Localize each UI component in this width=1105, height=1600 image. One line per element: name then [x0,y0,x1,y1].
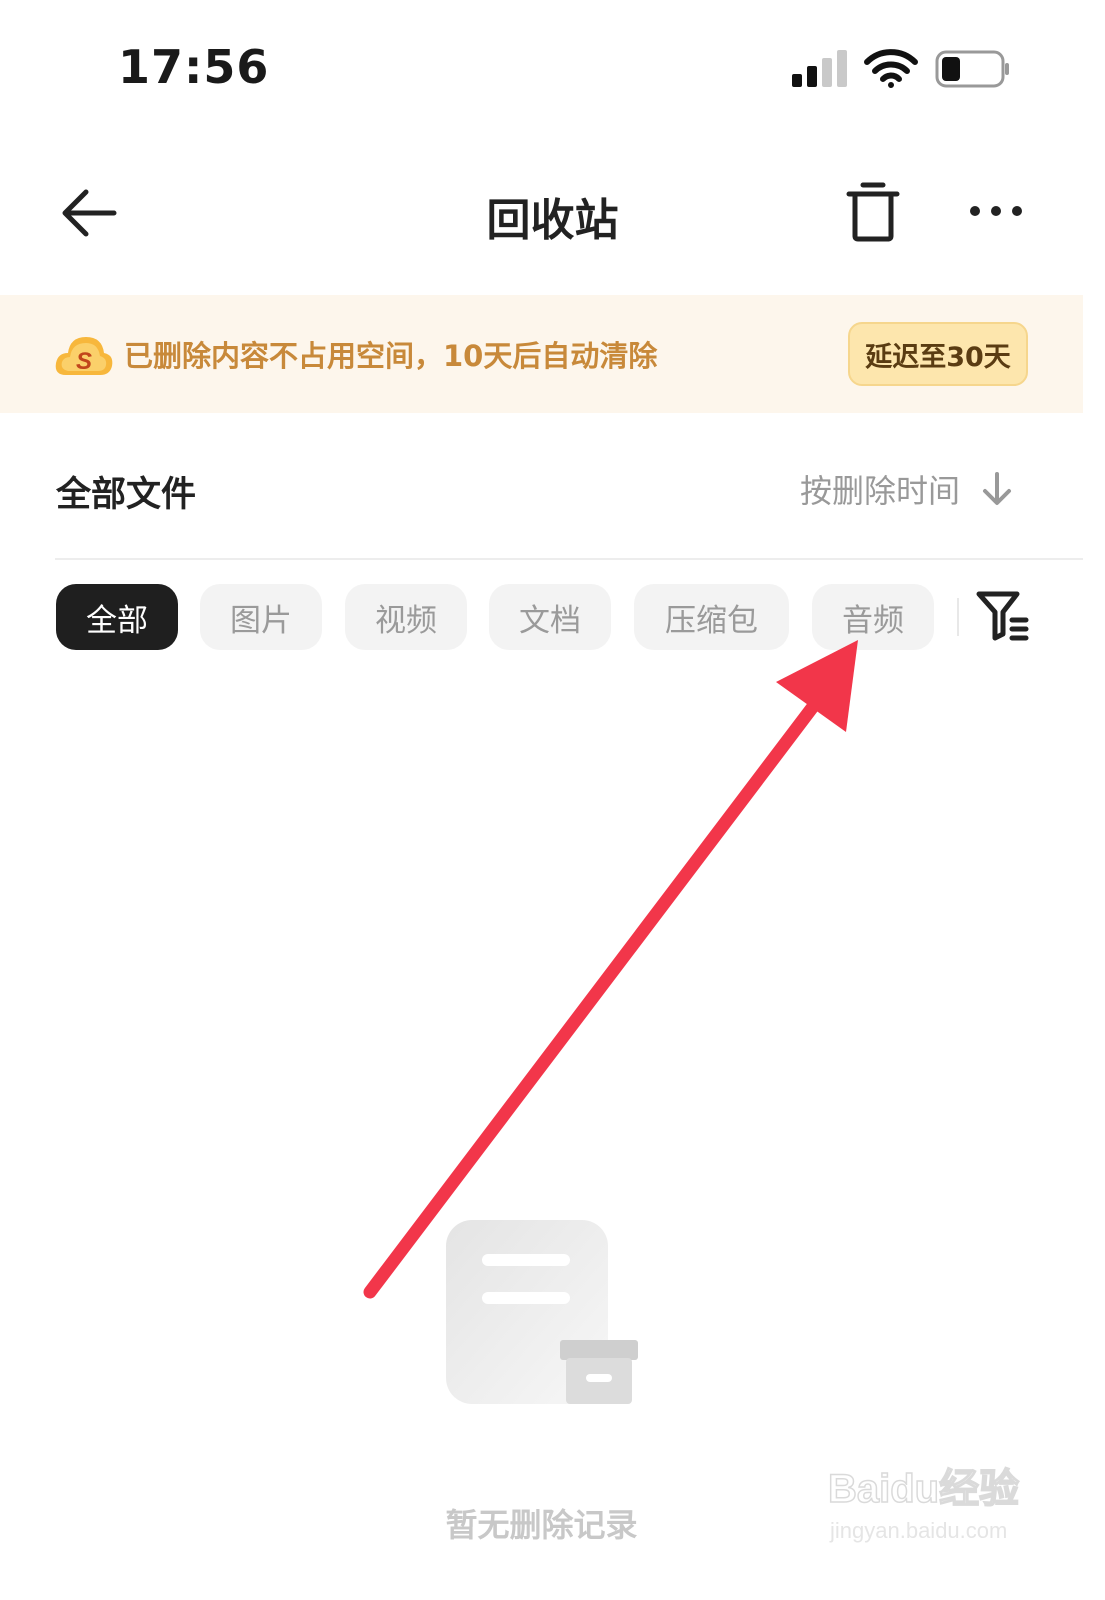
auto-clear-banner: S 已删除内容不占用空间，10天后自动清除 延迟至30天 [0,295,1083,413]
chip-images[interactable]: 图片 [200,584,322,650]
empty-document-box-icon [446,1220,638,1404]
status-time: 17:56 [118,40,270,94]
more-horizontal-icon[interactable] [966,196,1026,226]
nav-bar: 回收站 [0,160,1105,270]
svg-text:S: S [76,348,92,375]
chip-audio[interactable]: 音频 [812,584,934,650]
section-title: 全部文件 [56,475,197,515]
extend-to-30-days-button[interactable]: 延迟至30天 [848,322,1028,386]
sort-by-delete-time[interactable]: 按删除时间 [800,466,1014,512]
wifi-icon [864,49,918,88]
chip-documents[interactable]: 文档 [489,584,611,650]
chip-archives[interactable]: 压缩包 [634,584,789,650]
banner-text: 已删除内容不占用空间，10天后自动清除 [124,339,658,373]
page-title: 回收站 [486,195,619,246]
arrow-down-icon [983,472,1012,505]
cellular-signal-icon [792,50,847,87]
cloud-s-logo-icon: S [55,337,113,375]
chip-videos[interactable]: 视频 [345,584,467,650]
sort-label: 按删除时间 [800,472,961,510]
chip-all[interactable]: 全部 [56,584,178,650]
filter-list-icon[interactable] [976,590,1030,642]
battery-icon [935,50,1009,88]
trash-icon[interactable] [846,180,900,242]
baidu-jingyan-watermark: Baidu经验 jingyan.baidu.com [828,1466,1020,1543]
divider [55,558,1083,560]
watermark-url: jingyan.baidu.com [829,1518,1007,1543]
chip-separator [957,598,959,636]
watermark-brand: Baidu经验 [828,1467,1019,1511]
